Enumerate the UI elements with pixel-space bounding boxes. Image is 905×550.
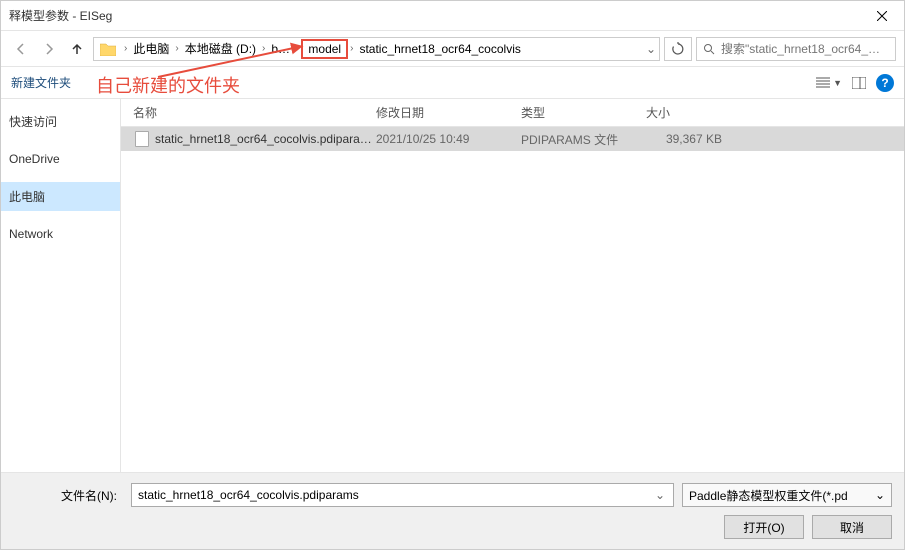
preview-pane-button[interactable] — [852, 77, 866, 89]
filetype-filter[interactable]: Paddle静态模型权重文件(*.pd ⌄ — [682, 483, 892, 507]
open-button[interactable]: 打开(O) — [724, 515, 804, 539]
sidebar: 快速访问 OneDrive 此电脑 Network — [1, 99, 121, 472]
search-input[interactable] — [721, 42, 895, 56]
sidebar-item-onedrive[interactable]: OneDrive — [1, 146, 120, 172]
footer: 文件名(N): ⌄ Paddle静态模型权重文件(*.pd ⌄ 打开(O) 取消 — [1, 472, 904, 549]
refresh-button[interactable] — [664, 37, 692, 61]
file-list[interactable]: static_hrnet18_ocr64_cocolvis.pdipara… 2… — [121, 127, 904, 472]
filter-text: Paddle静态模型权重文件(*.pd — [689, 487, 875, 504]
breadcrumb-dropdown[interactable]: ⌄ — [643, 42, 659, 56]
breadcrumb[interactable]: › 此电脑 › 本地磁盘 (D:) › b… › model › static_… — [93, 37, 660, 61]
filename-label: 文件名(N): — [13, 487, 123, 504]
filename-dropdown[interactable]: ⌄ — [653, 488, 667, 502]
file-view: 名称 修改日期 类型 大小 static_hrnet18_ocr64_cocol… — [121, 99, 904, 472]
file-name: static_hrnet18_ocr64_cocolvis.pdipara… — [155, 132, 372, 146]
cancel-button[interactable]: 取消 — [812, 515, 892, 539]
chevron-right-icon: › — [348, 43, 355, 54]
chevron-down-icon: ⌄ — [875, 488, 885, 502]
close-icon — [877, 11, 887, 21]
file-date: 2021/10/25 10:49 — [376, 132, 521, 146]
column-header-size[interactable]: 大小 — [646, 104, 746, 121]
sidebar-item-network[interactable]: Network — [1, 221, 120, 247]
column-header-date[interactable]: 修改日期 — [376, 104, 521, 121]
filename-input[interactable] — [138, 488, 653, 502]
chevron-down-icon: ▼ — [833, 78, 842, 88]
list-view-icon — [816, 77, 830, 89]
preview-pane-icon — [852, 77, 866, 89]
file-size: 39,367 KB — [646, 132, 746, 146]
breadcrumb-item[interactable]: b… — [267, 42, 294, 56]
file-icon — [135, 131, 149, 147]
column-header-type[interactable]: 类型 — [521, 104, 646, 121]
chevron-right-icon: › — [122, 43, 129, 54]
navbar: › 此电脑 › 本地磁盘 (D:) › b… › model › static_… — [1, 31, 904, 67]
breadcrumb-item[interactable]: 本地磁盘 (D:) — [181, 40, 260, 57]
toolbar: 新建文件夹 自己新建的文件夹 ▼ ? — [1, 67, 904, 99]
arrow-right-icon — [42, 42, 56, 56]
search-icon — [697, 43, 721, 55]
window-controls — [859, 1, 904, 31]
search-box[interactable] — [696, 37, 896, 61]
breadcrumb-item[interactable]: static_hrnet18_ocr64_cocolvis — [355, 42, 524, 56]
column-headers: 名称 修改日期 类型 大小 — [121, 99, 904, 127]
file-row[interactable]: static_hrnet18_ocr64_cocolvis.pdipara… 2… — [121, 127, 904, 151]
file-type: PDIPARAMS 文件 — [521, 131, 646, 148]
help-button[interactable]: ? — [876, 74, 894, 92]
up-button[interactable] — [65, 37, 89, 61]
breadcrumb-item[interactable]: 此电脑 — [129, 40, 173, 57]
arrow-up-icon — [70, 42, 84, 56]
column-header-name[interactable]: 名称 — [121, 104, 376, 121]
chevron-right-icon: › — [260, 43, 267, 54]
folder-icon — [98, 39, 118, 59]
close-button[interactable] — [859, 1, 904, 31]
forward-button[interactable] — [37, 37, 61, 61]
window-title: 释模型参数 - EISeg — [9, 7, 112, 24]
sidebar-item-quickaccess[interactable]: 快速访问 — [1, 107, 120, 136]
back-button[interactable] — [9, 37, 33, 61]
annotation-text: 自己新建的文件夹 — [96, 72, 240, 98]
sidebar-item-thispc[interactable]: 此电脑 — [1, 182, 120, 211]
main-area: 快速访问 OneDrive 此电脑 Network 名称 修改日期 类型 大小 … — [1, 99, 904, 472]
breadcrumb-item-highlighted[interactable]: model — [301, 39, 348, 59]
titlebar: 释模型参数 - EISeg — [1, 1, 904, 31]
view-details-button[interactable]: ▼ — [816, 77, 842, 89]
chevron-right-icon: › — [294, 43, 301, 54]
new-folder-button[interactable]: 新建文件夹 — [11, 74, 71, 91]
refresh-icon — [671, 42, 685, 56]
filename-field[interactable]: ⌄ — [131, 483, 674, 507]
arrow-left-icon — [14, 42, 28, 56]
chevron-right-icon: › — [173, 43, 180, 54]
